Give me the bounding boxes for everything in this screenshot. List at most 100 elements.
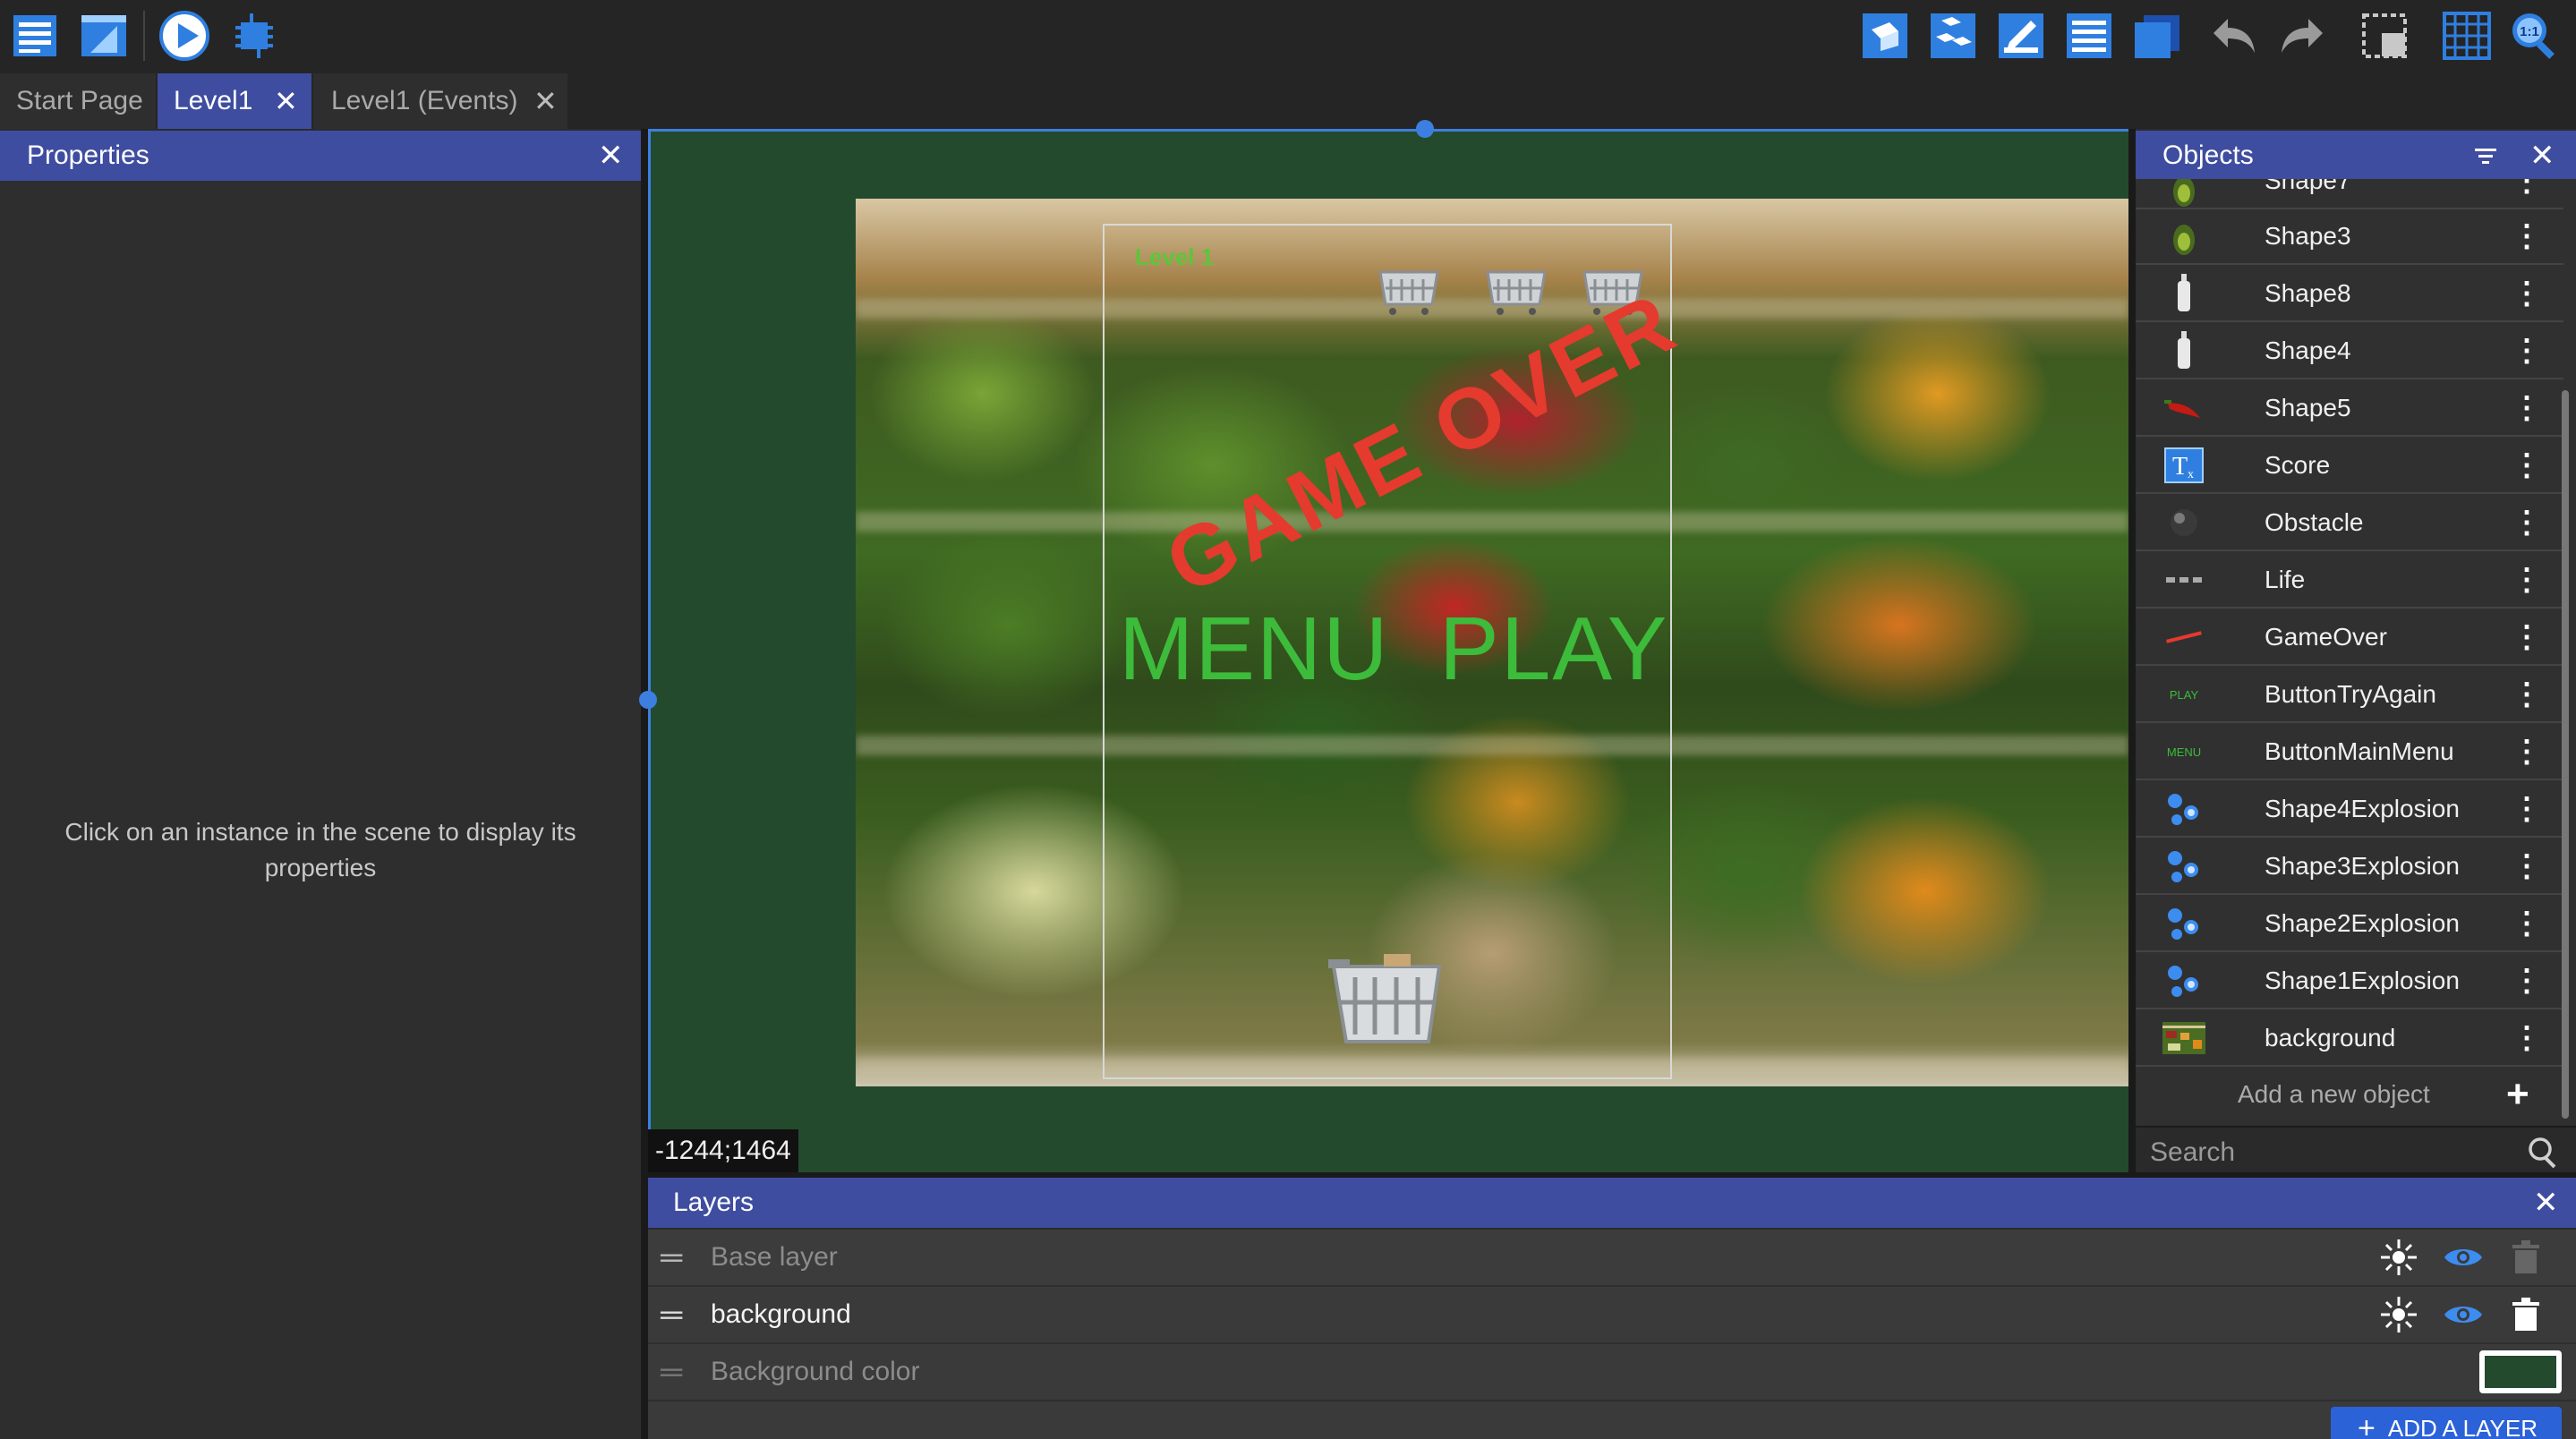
add-layer-button[interactable]: + ADD A LAYER xyxy=(2331,1407,2562,1439)
edit-properties-icon[interactable] xyxy=(1992,7,2050,64)
instances-list-icon[interactable] xyxy=(1924,7,1982,64)
bottle-icon xyxy=(2162,329,2205,372)
panel-title: Properties xyxy=(27,140,149,170)
undo-icon[interactable] xyxy=(2205,7,2263,64)
more-options-icon[interactable]: ⋮ xyxy=(2512,218,2542,254)
resize-handle-top[interactable] xyxy=(1416,120,1434,138)
object-label: Shape3Explosion xyxy=(2265,852,2460,880)
more-options-icon[interactable]: ⋮ xyxy=(2512,505,2542,541)
particle-emitter-icon xyxy=(2162,959,2205,1002)
resize-handle-left[interactable] xyxy=(639,691,657,709)
objects-scrollbar[interactable] xyxy=(2562,390,2569,1119)
particle-emitter-icon xyxy=(2162,845,2205,888)
more-options-icon[interactable]: ⋮ xyxy=(2512,1020,2542,1056)
lighting-icon[interactable] xyxy=(2377,1236,2420,1279)
selection-settings-icon[interactable] xyxy=(2356,7,2413,64)
trash-icon[interactable] xyxy=(2504,1236,2547,1279)
list-item[interactable]: Shape2Explosion ⋮ xyxy=(2136,897,2563,952)
more-options-icon[interactable]: ⋮ xyxy=(2512,447,2542,483)
tab-start-page[interactable]: Start Page xyxy=(0,73,156,129)
object-groups-icon[interactable] xyxy=(1856,7,1914,64)
close-icon[interactable]: ✕ xyxy=(2533,1185,2559,1221)
grid-icon[interactable] xyxy=(2438,7,2495,64)
more-options-icon[interactable]: ⋮ xyxy=(2512,677,2542,712)
trash-icon[interactable] xyxy=(2504,1293,2547,1336)
play-button-instance[interactable]: PLAY xyxy=(1439,598,1668,701)
life-cart-icon[interactable] xyxy=(1375,265,1443,317)
layers-list-icon[interactable] xyxy=(2060,7,2118,64)
lighting-icon[interactable] xyxy=(2377,1293,2420,1336)
more-options-icon[interactable]: ⋮ xyxy=(2512,619,2542,655)
list-item[interactable]: PLAY ButtonTryAgain ⋮ xyxy=(2136,668,2563,723)
toolbar: 1:1 xyxy=(0,0,2576,73)
scene-window-icon[interactable] xyxy=(2128,7,2186,64)
zoom-reset-icon[interactable]: 1:1 xyxy=(2506,7,2563,64)
properties-empty-message: Click on an instance in the scene to dis… xyxy=(64,818,576,881)
list-item[interactable]: Shape7 ⋮ xyxy=(2136,179,2563,209)
close-icon[interactable]: ✕ xyxy=(598,138,624,174)
close-icon[interactable]: ✕ xyxy=(533,84,558,118)
project-manager-icon[interactable] xyxy=(7,7,64,64)
thumb-text: PLAY xyxy=(2169,687,2199,702)
tab-level1[interactable]: Level1 ✕ xyxy=(158,73,311,129)
list-item[interactable]: Shape1Explosion ⋮ xyxy=(2136,954,2563,1009)
plus-icon[interactable]: + xyxy=(2506,1072,2529,1117)
more-options-icon[interactable]: ⋮ xyxy=(2512,179,2542,199)
list-item[interactable]: Shape3Explosion ⋮ xyxy=(2136,839,2563,895)
life-cart-icon[interactable] xyxy=(1482,265,1550,317)
visibility-eye-icon[interactable] xyxy=(2442,1293,2485,1336)
add-new-object-row[interactable]: Add a new object + xyxy=(2136,1067,2563,1122)
list-item[interactable]: Obstacle ⋮ xyxy=(2136,496,2563,551)
list-item[interactable]: Tx Score ⋮ xyxy=(2136,439,2563,494)
more-options-icon[interactable]: ⋮ xyxy=(2512,906,2542,941)
background-color-swatch[interactable] xyxy=(2479,1350,2562,1393)
list-item[interactable]: Shape4Explosion ⋮ xyxy=(2136,782,2563,838)
layer-row-base[interactable]: ═ Base layer xyxy=(648,1230,2576,1287)
more-options-icon[interactable]: ⋮ xyxy=(2512,734,2542,770)
basket-player-instance[interactable] xyxy=(1328,952,1445,1056)
redo-icon[interactable] xyxy=(2273,7,2331,64)
list-item[interactable]: Shape4 ⋮ xyxy=(2136,324,2563,379)
drag-handle-icon[interactable]: ═ xyxy=(661,1298,682,1333)
tab-label: Start Page xyxy=(16,86,143,115)
panel-splitter[interactable] xyxy=(2128,129,2136,1172)
avocado-icon xyxy=(2162,215,2205,258)
preview-play-icon[interactable] xyxy=(156,7,213,64)
text-object-icon: Tx xyxy=(2162,444,2205,487)
object-label: ButtonTryAgain xyxy=(2265,680,2436,708)
more-options-icon[interactable]: ⋮ xyxy=(2512,562,2542,598)
tab-level1-events[interactable]: Level1 (Events) ✕ xyxy=(313,73,567,129)
list-item[interactable]: Shape5 ⋮ xyxy=(2136,381,2563,437)
menu-button-instance[interactable]: MENU xyxy=(1119,598,1389,701)
more-options-icon[interactable]: ⋮ xyxy=(2512,276,2542,311)
close-icon[interactable]: ✕ xyxy=(2529,138,2555,174)
list-item[interactable]: background ⋮ xyxy=(2136,1011,2563,1067)
more-options-icon[interactable]: ⋮ xyxy=(2512,333,2542,369)
more-options-icon[interactable]: ⋮ xyxy=(2512,848,2542,884)
drag-handle-icon[interactable]: ═ xyxy=(661,1240,682,1275)
pepper-icon xyxy=(2162,387,2205,430)
layer-row-background[interactable]: ═ background xyxy=(648,1287,2576,1344)
list-item[interactable]: Life ⋮ xyxy=(2136,553,2563,609)
panel-splitter[interactable] xyxy=(641,129,648,1439)
visibility-eye-icon[interactable] xyxy=(2442,1236,2485,1279)
object-label: Shape2Explosion xyxy=(2265,909,2460,937)
list-item[interactable]: Shape8 ⋮ xyxy=(2136,267,2563,322)
layer-row-background-color[interactable]: ═ Background color xyxy=(648,1344,2576,1401)
layers-panel-header: Layers ✕ xyxy=(648,1178,2576,1228)
more-options-icon[interactable]: ⋮ xyxy=(2512,963,2542,999)
close-icon[interactable]: ✕ xyxy=(274,84,298,118)
search-icon[interactable] xyxy=(2526,1135,2562,1171)
list-item[interactable]: GameOver ⋮ xyxy=(2136,610,2563,666)
drag-handle-icon: ═ xyxy=(661,1354,683,1389)
filter-icon[interactable] xyxy=(2472,143,2499,177)
list-item[interactable]: MENU ButtonMainMenu ⋮ xyxy=(2136,725,2563,780)
scene-editor-icon[interactable] xyxy=(75,7,132,64)
level-title-instance[interactable]: Level 1 xyxy=(1135,243,1214,271)
layer-name: Background color xyxy=(711,1357,920,1386)
search-input[interactable] xyxy=(2150,1133,2508,1172)
more-options-icon[interactable]: ⋮ xyxy=(2512,390,2542,426)
debugger-icon[interactable] xyxy=(226,7,283,64)
list-item[interactable]: Shape3 ⋮ xyxy=(2136,209,2563,265)
more-options-icon[interactable]: ⋮ xyxy=(2512,791,2542,827)
